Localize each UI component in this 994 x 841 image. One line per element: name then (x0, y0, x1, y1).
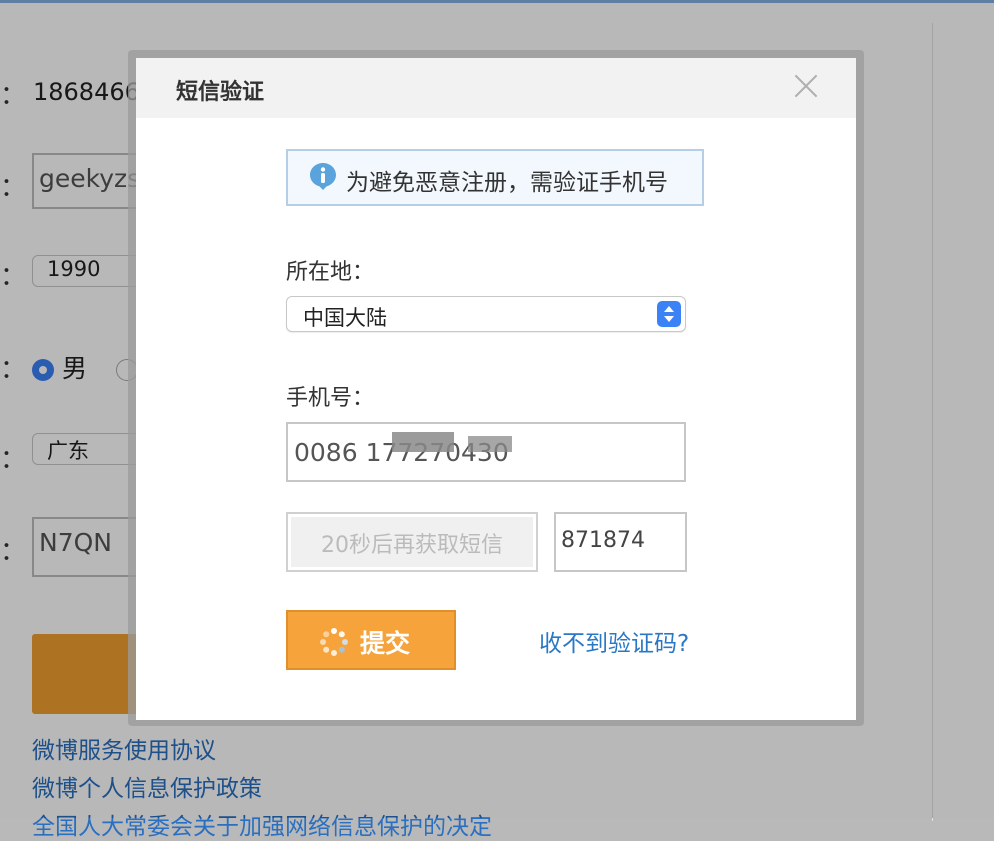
close-icon[interactable] (792, 72, 820, 100)
verification-code-input[interactable]: 871874 (554, 512, 687, 572)
submit-button[interactable]: 提交 (286, 610, 456, 670)
notice-text: 为避免恶意注册，需验证手机号 (346, 170, 668, 196)
notice-box: 为避免恶意注册，需验证手机号 (286, 149, 704, 206)
phone-input[interactable]: 0086 177270430 (286, 422, 686, 482)
phone-label: 手机号： (286, 386, 375, 411)
sms-verification-dialog: 短信验证 为避免恶意注册，需验证手机号 所在地： 中国大陆 手机号： 0086 … (136, 58, 856, 720)
no-code-help-link[interactable]: 收不到验证码? (539, 624, 689, 658)
spinner-icon (320, 628, 348, 656)
resend-sms-label: 20秒后再获取短信 (321, 533, 503, 558)
location-value: 中国大陆 (303, 306, 387, 330)
dialog-title: 短信验证 (176, 80, 265, 105)
redaction-mask (392, 432, 454, 452)
location-select[interactable]: 中国大陆 (286, 296, 686, 332)
resend-sms-inner: 20秒后再获取短信 (291, 517, 533, 567)
redaction-mask (468, 436, 512, 452)
location-label: 所在地： (286, 260, 375, 285)
select-arrows-icon (657, 301, 681, 327)
info-icon (310, 163, 336, 190)
submit-label: 提交 (360, 629, 411, 658)
resend-sms-button[interactable]: 20秒后再获取短信 (286, 512, 538, 572)
dialog-header: 短信验证 (136, 58, 856, 118)
